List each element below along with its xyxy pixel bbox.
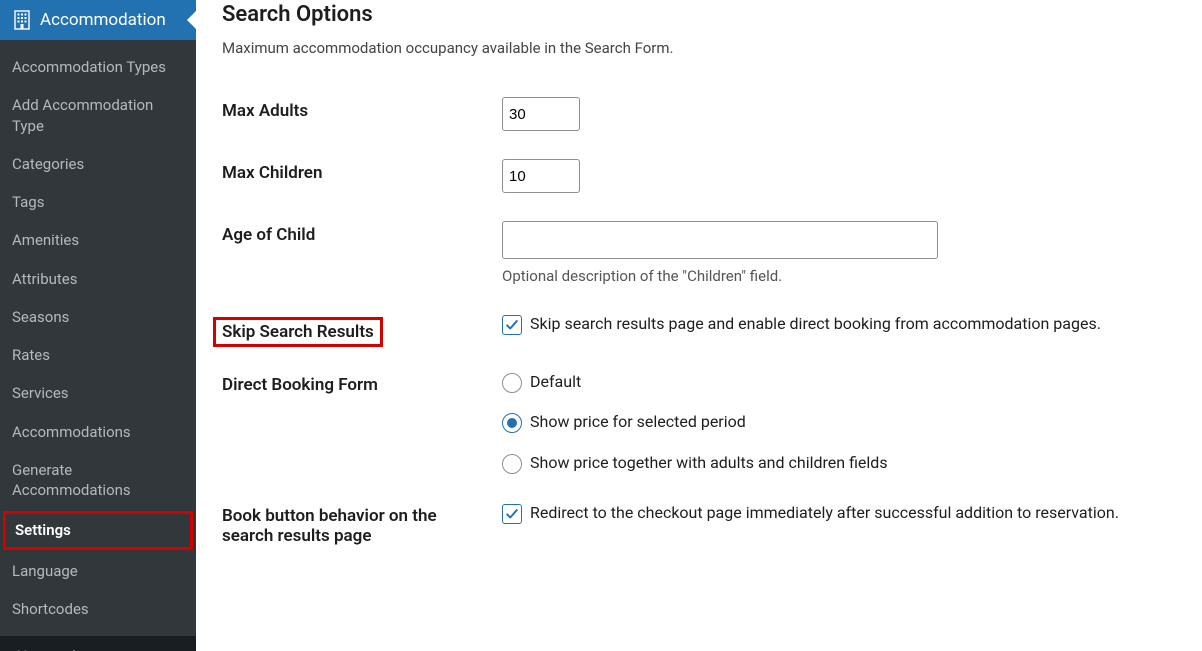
age-of-child-hint: Optional description of the "Children" f… — [502, 267, 1180, 285]
sidebar-item-tags[interactable]: Tags — [0, 183, 196, 221]
skip-search-text: Skip search results page and enable dire… — [530, 313, 1101, 335]
sidebar-item-attributes[interactable]: Attributes — [0, 260, 196, 298]
sidebar-item-accommodation-types[interactable]: Accommodation Types — [0, 48, 196, 86]
content-area: Search Options Maximum accommodation occ… — [196, 0, 1202, 651]
max-adults-input[interactable] — [502, 97, 580, 131]
building-icon — [12, 10, 32, 30]
sidebar-item-services[interactable]: Services — [0, 374, 196, 412]
label-max-adults: Max Adults — [222, 87, 502, 149]
label-age-of-child: Age of Child — [222, 211, 502, 303]
direct-booking-radio-0[interactable] — [502, 373, 522, 393]
book-button-checkbox[interactable] — [502, 504, 522, 524]
direct-booking-option-label: Show price for selected period — [530, 411, 746, 433]
admin-sidebar: Accommodation Accommodation TypesAdd Acc… — [0, 0, 196, 651]
sidebar-item-rates[interactable]: Rates — [0, 336, 196, 374]
sidebar-item-add-accommodation-type[interactable]: Add Accommodation Type — [0, 86, 196, 145]
sidebar-item-shortcodes[interactable]: Shortcodes — [0, 590, 196, 628]
sidebar-item-categories[interactable]: Categories — [0, 145, 196, 183]
age-of-child-input[interactable] — [502, 221, 938, 259]
sidebar-item-bookings[interactable]: Bookings — [0, 636, 196, 651]
highlight-box: Skip Search Results — [213, 317, 383, 347]
sidebar-item-language[interactable]: Language — [0, 552, 196, 590]
menu-label: Accommodation — [40, 10, 166, 30]
sidebar-item-amenities[interactable]: Amenities — [0, 221, 196, 259]
label-max-children: Max Children — [222, 149, 502, 211]
direct-booking-radio-2[interactable] — [502, 454, 522, 474]
page-description: Maximum accommodation occupancy availabl… — [222, 39, 1180, 57]
direct-booking-radio-1[interactable] — [502, 413, 522, 433]
sidebar-item-generate-accommodations[interactable]: Generate Accommodations — [0, 451, 196, 510]
label-book-button: Book button behavior on the search resul… — [222, 492, 502, 560]
sidebar-submenu: Accommodation TypesAdd Accommodation Typ… — [0, 40, 196, 636]
sidebar-item-seasons[interactable]: Seasons — [0, 298, 196, 336]
direct-booking-option-label: Default — [530, 371, 581, 393]
skip-search-checkbox[interactable] — [502, 315, 522, 335]
label-skip-search: Skip Search Results — [222, 303, 502, 361]
page-title: Search Options — [222, 2, 1180, 27]
book-button-text: Redirect to the checkout page immediatel… — [530, 502, 1119, 524]
max-children-input[interactable] — [502, 159, 580, 193]
sidebar-item-accommodations[interactable]: Accommodations — [0, 413, 196, 451]
sidebar-item-accommodation[interactable]: Accommodation — [0, 0, 196, 40]
direct-booking-option-label: Show price together with adults and chil… — [530, 452, 888, 474]
label-direct-booking: Direct Booking Form — [222, 361, 502, 492]
sidebar-item-settings[interactable]: Settings — [3, 511, 193, 549]
